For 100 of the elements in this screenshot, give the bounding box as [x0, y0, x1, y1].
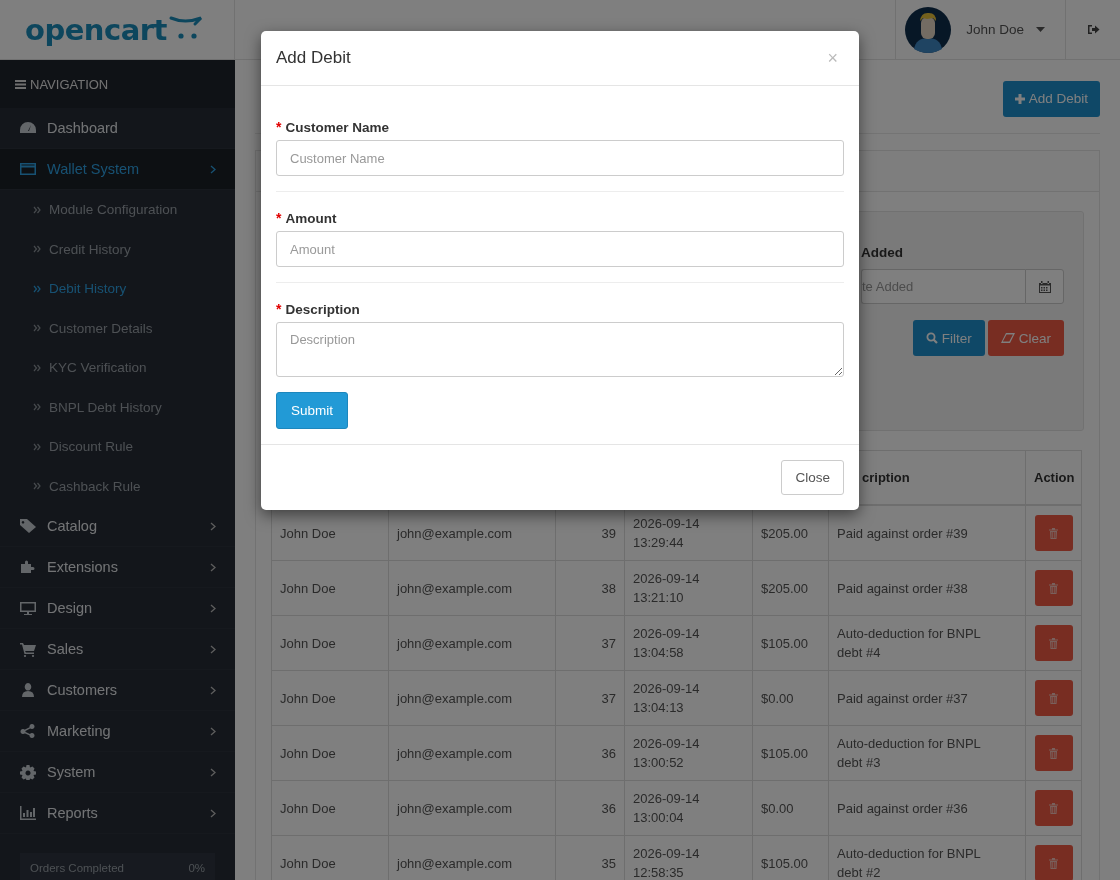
field-label: Amount [285, 210, 337, 226]
sidebar-item[interactable]: Marketing [0, 711, 235, 752]
table-cell: Paid against order #37 [828, 670, 1026, 726]
table-cell: 2026-09-14 13:21:10 [624, 560, 753, 616]
description-field[interactable]: Description [276, 322, 844, 377]
sidebar-item[interactable]: System [0, 752, 235, 793]
table-cell: $105.00 [752, 725, 829, 781]
submenu-item[interactable]: Module Configuration [0, 190, 235, 230]
double-chevron-icon [33, 324, 41, 333]
table-cell: john@example.com [388, 780, 556, 836]
delete-button[interactable] [1034, 570, 1073, 606]
table-cell: john@example.com [388, 615, 556, 671]
sidebar-item[interactable]: Customers [0, 670, 235, 711]
table-cell: Paid against order #38 [828, 560, 1026, 616]
chevron-icon [210, 808, 216, 818]
sidebar-item[interactable]: Wallet System [0, 149, 235, 190]
sidebar-item[interactable]: Extensions [0, 547, 235, 588]
sidebar-item[interactable]: Catalog [0, 506, 235, 547]
table-cell: John Doe [271, 615, 389, 671]
cart-icon [19, 641, 37, 657]
input-field[interactable]: Amount [276, 231, 844, 267]
monitor-icon [19, 600, 37, 616]
share-icon [19, 723, 37, 739]
add-debit-button[interactable]: Add Debit [1002, 80, 1100, 117]
card-icon [19, 161, 37, 177]
filter-button[interactable]: Filter [912, 320, 985, 356]
sidebar-item[interactable]: Reports [0, 793, 235, 834]
submenu-item[interactable]: Debit History [0, 269, 235, 309]
chevron-icon [210, 685, 216, 695]
delete-button[interactable] [1034, 625, 1073, 661]
trash-icon [1049, 747, 1058, 759]
table-cell: John Doe [271, 670, 389, 726]
double-chevron-icon [33, 205, 41, 214]
double-chevron-icon [33, 442, 41, 451]
submenu-item[interactable]: Cashback Rule [0, 466, 235, 506]
table-cell: $0.00 [752, 670, 829, 726]
menu-icon[interactable] [15, 79, 26, 89]
chevron-icon [210, 767, 216, 777]
column-header: Action [1025, 450, 1082, 505]
chart-icon [19, 805, 37, 821]
table-cell: john@example.com [388, 725, 556, 781]
required-mark: * [276, 119, 282, 135]
submenu-item[interactable]: KYC Verification [0, 348, 235, 388]
double-chevron-icon [33, 403, 41, 412]
table-cell: 2026-09-14 13:00:04 [624, 780, 753, 836]
table-cell: 2026-09-14 13:04:58 [624, 615, 753, 671]
logout-icon[interactable] [1086, 24, 1100, 35]
calendar-button[interactable] [1025, 269, 1064, 304]
trash-icon [1049, 582, 1058, 594]
required-mark: * [276, 301, 282, 317]
trash-icon [1049, 857, 1058, 869]
delete-button[interactable] [1034, 845, 1073, 880]
table-cell: John Doe [271, 780, 389, 836]
table-cell: Auto-deduction for BNPL debt #4 [828, 615, 1026, 671]
delete-button[interactable] [1034, 735, 1073, 771]
sidebar-item[interactable]: Design [0, 588, 235, 629]
caret-icon[interactable] [1036, 27, 1045, 32]
eraser-icon [1000, 333, 1015, 343]
chevron-icon [210, 726, 216, 736]
chevron-icon [210, 521, 216, 531]
submit-button[interactable]: Submit [276, 392, 349, 429]
gauge-icon [19, 120, 37, 136]
chevron-icon [210, 603, 216, 613]
table-cell: 37 [555, 615, 625, 671]
double-chevron-icon [33, 363, 41, 372]
double-chevron-icon [33, 245, 41, 254]
input-field[interactable]: Customer Name [276, 140, 844, 176]
chevron-icon [210, 644, 216, 654]
delete-button[interactable] [1034, 680, 1073, 716]
table-cell: $205.00 [752, 560, 829, 616]
navigation-heading: NAVIGATION [30, 76, 109, 92]
delete-button[interactable] [1034, 515, 1073, 551]
table-cell: 2026-09-14 13:04:13 [624, 670, 753, 726]
user-name[interactable]: John Doe [966, 22, 1024, 37]
table-cell: john@example.com [388, 560, 556, 616]
chevron-icon [210, 562, 216, 572]
submenu-item[interactable]: Discount Rule [0, 427, 235, 467]
field-label: Added [861, 245, 904, 262]
table-cell: Paid against order #36 [828, 780, 1026, 836]
user-icon [19, 682, 37, 698]
submenu-item[interactable]: Customer Details [0, 308, 235, 348]
trash-icon [1049, 527, 1058, 539]
close-button[interactable]: × [821, 47, 844, 69]
avatar-icon[interactable] [905, 6, 952, 53]
table-cell: John Doe [271, 560, 389, 616]
submenu-item[interactable]: Credit History [0, 229, 235, 269]
sidebar-item[interactable]: Sales [0, 629, 235, 670]
trash-icon [1049, 692, 1058, 704]
close-button[interactable]: Close [781, 460, 844, 495]
clear-button[interactable]: Clear [987, 320, 1064, 356]
puzzle-icon [19, 559, 37, 575]
field-label: Customer Name [285, 119, 389, 135]
plus-icon [1014, 93, 1025, 104]
submenu-item[interactable]: BNPL Debt History [0, 387, 235, 427]
table-cell: Auto-deduction for BNPL debt #3 [828, 725, 1026, 781]
search-icon [925, 332, 938, 344]
trash-icon [1049, 802, 1058, 814]
delete-button[interactable] [1034, 790, 1073, 826]
table-cell: $0.00 [752, 780, 829, 836]
table-cell: John Doe [271, 725, 389, 781]
